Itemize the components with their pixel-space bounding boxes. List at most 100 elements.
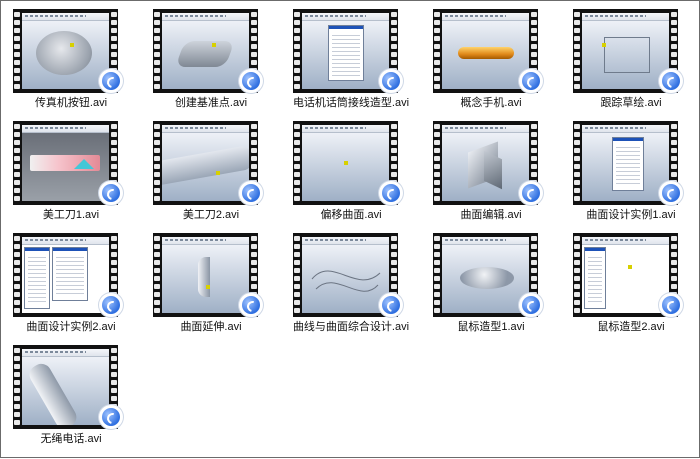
sketch-grid: [604, 37, 650, 73]
file-item[interactable]: 曲面设计实例1.avi: [561, 113, 700, 225]
media-player-badge-icon: [379, 69, 403, 93]
app-toolbar: [302, 237, 389, 245]
file-name: 无绳电话.avi: [40, 433, 102, 445]
cad-viewport: [302, 133, 389, 201]
app-toolbar: [162, 13, 249, 21]
file-item[interactable]: 美工刀1.avi: [1, 113, 141, 225]
app-toolbar: [302, 125, 389, 133]
file-name: 曲面编辑.avi: [460, 209, 522, 221]
file-item[interactable]: 创建基准点.avi: [141, 1, 281, 113]
cad-viewport: [302, 245, 389, 313]
file-item[interactable]: 美工刀2.avi: [141, 113, 281, 225]
file-item[interactable]: 概念手机.avi: [421, 1, 561, 113]
film-sprocket: [573, 9, 581, 93]
thumbnail-screen: [302, 125, 389, 201]
thumbnail-screen: [22, 349, 109, 425]
datum-marker: [628, 265, 632, 269]
thumbnail-screen: [442, 125, 529, 201]
app-toolbar: [22, 13, 109, 21]
cad-viewport: [22, 21, 109, 89]
datum-marker: [206, 285, 210, 289]
thumbnail-screen: [162, 237, 249, 313]
settings-dialog: [612, 137, 644, 191]
file-name: 鼠标造型1.avi: [457, 321, 525, 333]
knife-blade: [74, 159, 94, 169]
datum-marker: [602, 43, 606, 47]
thumbnail-screen: [442, 13, 529, 89]
cad-viewport: [582, 133, 669, 201]
file-name: 概念手机.avi: [460, 97, 522, 109]
film-sprocket: [293, 121, 301, 205]
file-item[interactable]: 曲线与曲面综合设计.avi: [281, 225, 421, 337]
file-name: 跟踪草绘.avi: [600, 97, 662, 109]
thumbnail-screen: [162, 13, 249, 89]
file-name: 曲面延伸.avi: [180, 321, 242, 333]
app-toolbar: [442, 13, 529, 21]
film-sprocket: [153, 121, 161, 205]
app-toolbar: [442, 125, 529, 133]
file-name: 创建基准点.avi: [174, 97, 248, 109]
cad-viewport: [162, 21, 249, 89]
file-item[interactable]: 偏移曲面.avi: [281, 113, 421, 225]
file-item[interactable]: 无绳电话.avi: [1, 337, 141, 449]
file-name: 曲线与曲面综合设计.avi: [292, 321, 410, 333]
media-player-badge-icon: [659, 69, 683, 93]
surface-patch-model: [484, 150, 502, 190]
file-item[interactable]: 鼠标造型1.avi: [421, 225, 561, 337]
file-name: 美工刀1.avi: [42, 209, 100, 221]
media-player-badge-icon: [239, 181, 263, 205]
file-item[interactable]: 鼠标造型2.avi: [561, 225, 700, 337]
model-tree-panel: [24, 247, 50, 309]
film-sprocket: [433, 121, 441, 205]
media-player-badge-icon: [379, 293, 403, 317]
thumbnail-screen: [22, 13, 109, 89]
datum-marker: [212, 43, 216, 47]
film-sprocket: [293, 9, 301, 93]
cad-viewport: [22, 357, 109, 425]
file-item[interactable]: 跟踪草绘.avi: [561, 1, 700, 113]
cad-viewport: [22, 133, 109, 201]
app-toolbar: [582, 13, 669, 21]
film-sprocket: [13, 233, 21, 317]
file-name: 曲面设计实例2.avi: [26, 321, 116, 333]
file-item[interactable]: 传真机按钮.avi: [1, 1, 141, 113]
app-toolbar: [162, 237, 249, 245]
explorer-window: 传真机按钮.avi 创建基准点.avi 电话机话筒接线造型.avi 概念手机.a…: [0, 0, 700, 458]
cad-viewport: [162, 133, 249, 201]
file-name: 鼠标造型2.avi: [597, 321, 665, 333]
film-sprocket: [573, 233, 581, 317]
file-name: 曲面设计实例1.avi: [586, 209, 676, 221]
fax-button-model: [36, 31, 92, 75]
film-sprocket: [573, 121, 581, 205]
file-name: 电话机话筒接线造型.avi: [292, 97, 410, 109]
film-sprocket: [433, 233, 441, 317]
media-player-badge-icon: [239, 293, 263, 317]
media-player-badge-icon: [659, 181, 683, 205]
mouse-shell-model: [460, 267, 514, 289]
datum-body-model: [175, 41, 235, 67]
app-toolbar: [162, 125, 249, 133]
file-item[interactable]: 曲面延伸.avi: [141, 225, 281, 337]
model-tree-panel: [584, 247, 606, 309]
file-item[interactable]: 电话机话筒接线造型.avi: [281, 1, 421, 113]
file-item[interactable]: 曲面编辑.avi: [421, 113, 561, 225]
app-toolbar: [582, 237, 669, 245]
file-grid: 传真机按钮.avi 创建基准点.avi 电话机话筒接线造型.avi 概念手机.a…: [1, 1, 700, 459]
media-player-badge-icon: [99, 405, 123, 429]
app-toolbar: [302, 13, 389, 21]
media-player-badge-icon: [239, 69, 263, 93]
cad-viewport: [582, 21, 669, 89]
film-sprocket: [13, 9, 21, 93]
media-player-badge-icon: [379, 181, 403, 205]
film-sprocket: [433, 9, 441, 93]
file-item[interactable]: 曲面设计实例2.avi: [1, 225, 141, 337]
app-toolbar: [22, 237, 109, 245]
cad-viewport: [442, 133, 529, 201]
cad-viewport: [302, 21, 389, 89]
media-player-badge-icon: [99, 293, 123, 317]
settings-dialog: [52, 247, 88, 301]
datum-marker: [70, 43, 74, 47]
film-sprocket: [13, 121, 21, 205]
thumbnail-screen: [22, 237, 109, 313]
curve-sketch: [311, 270, 381, 292]
